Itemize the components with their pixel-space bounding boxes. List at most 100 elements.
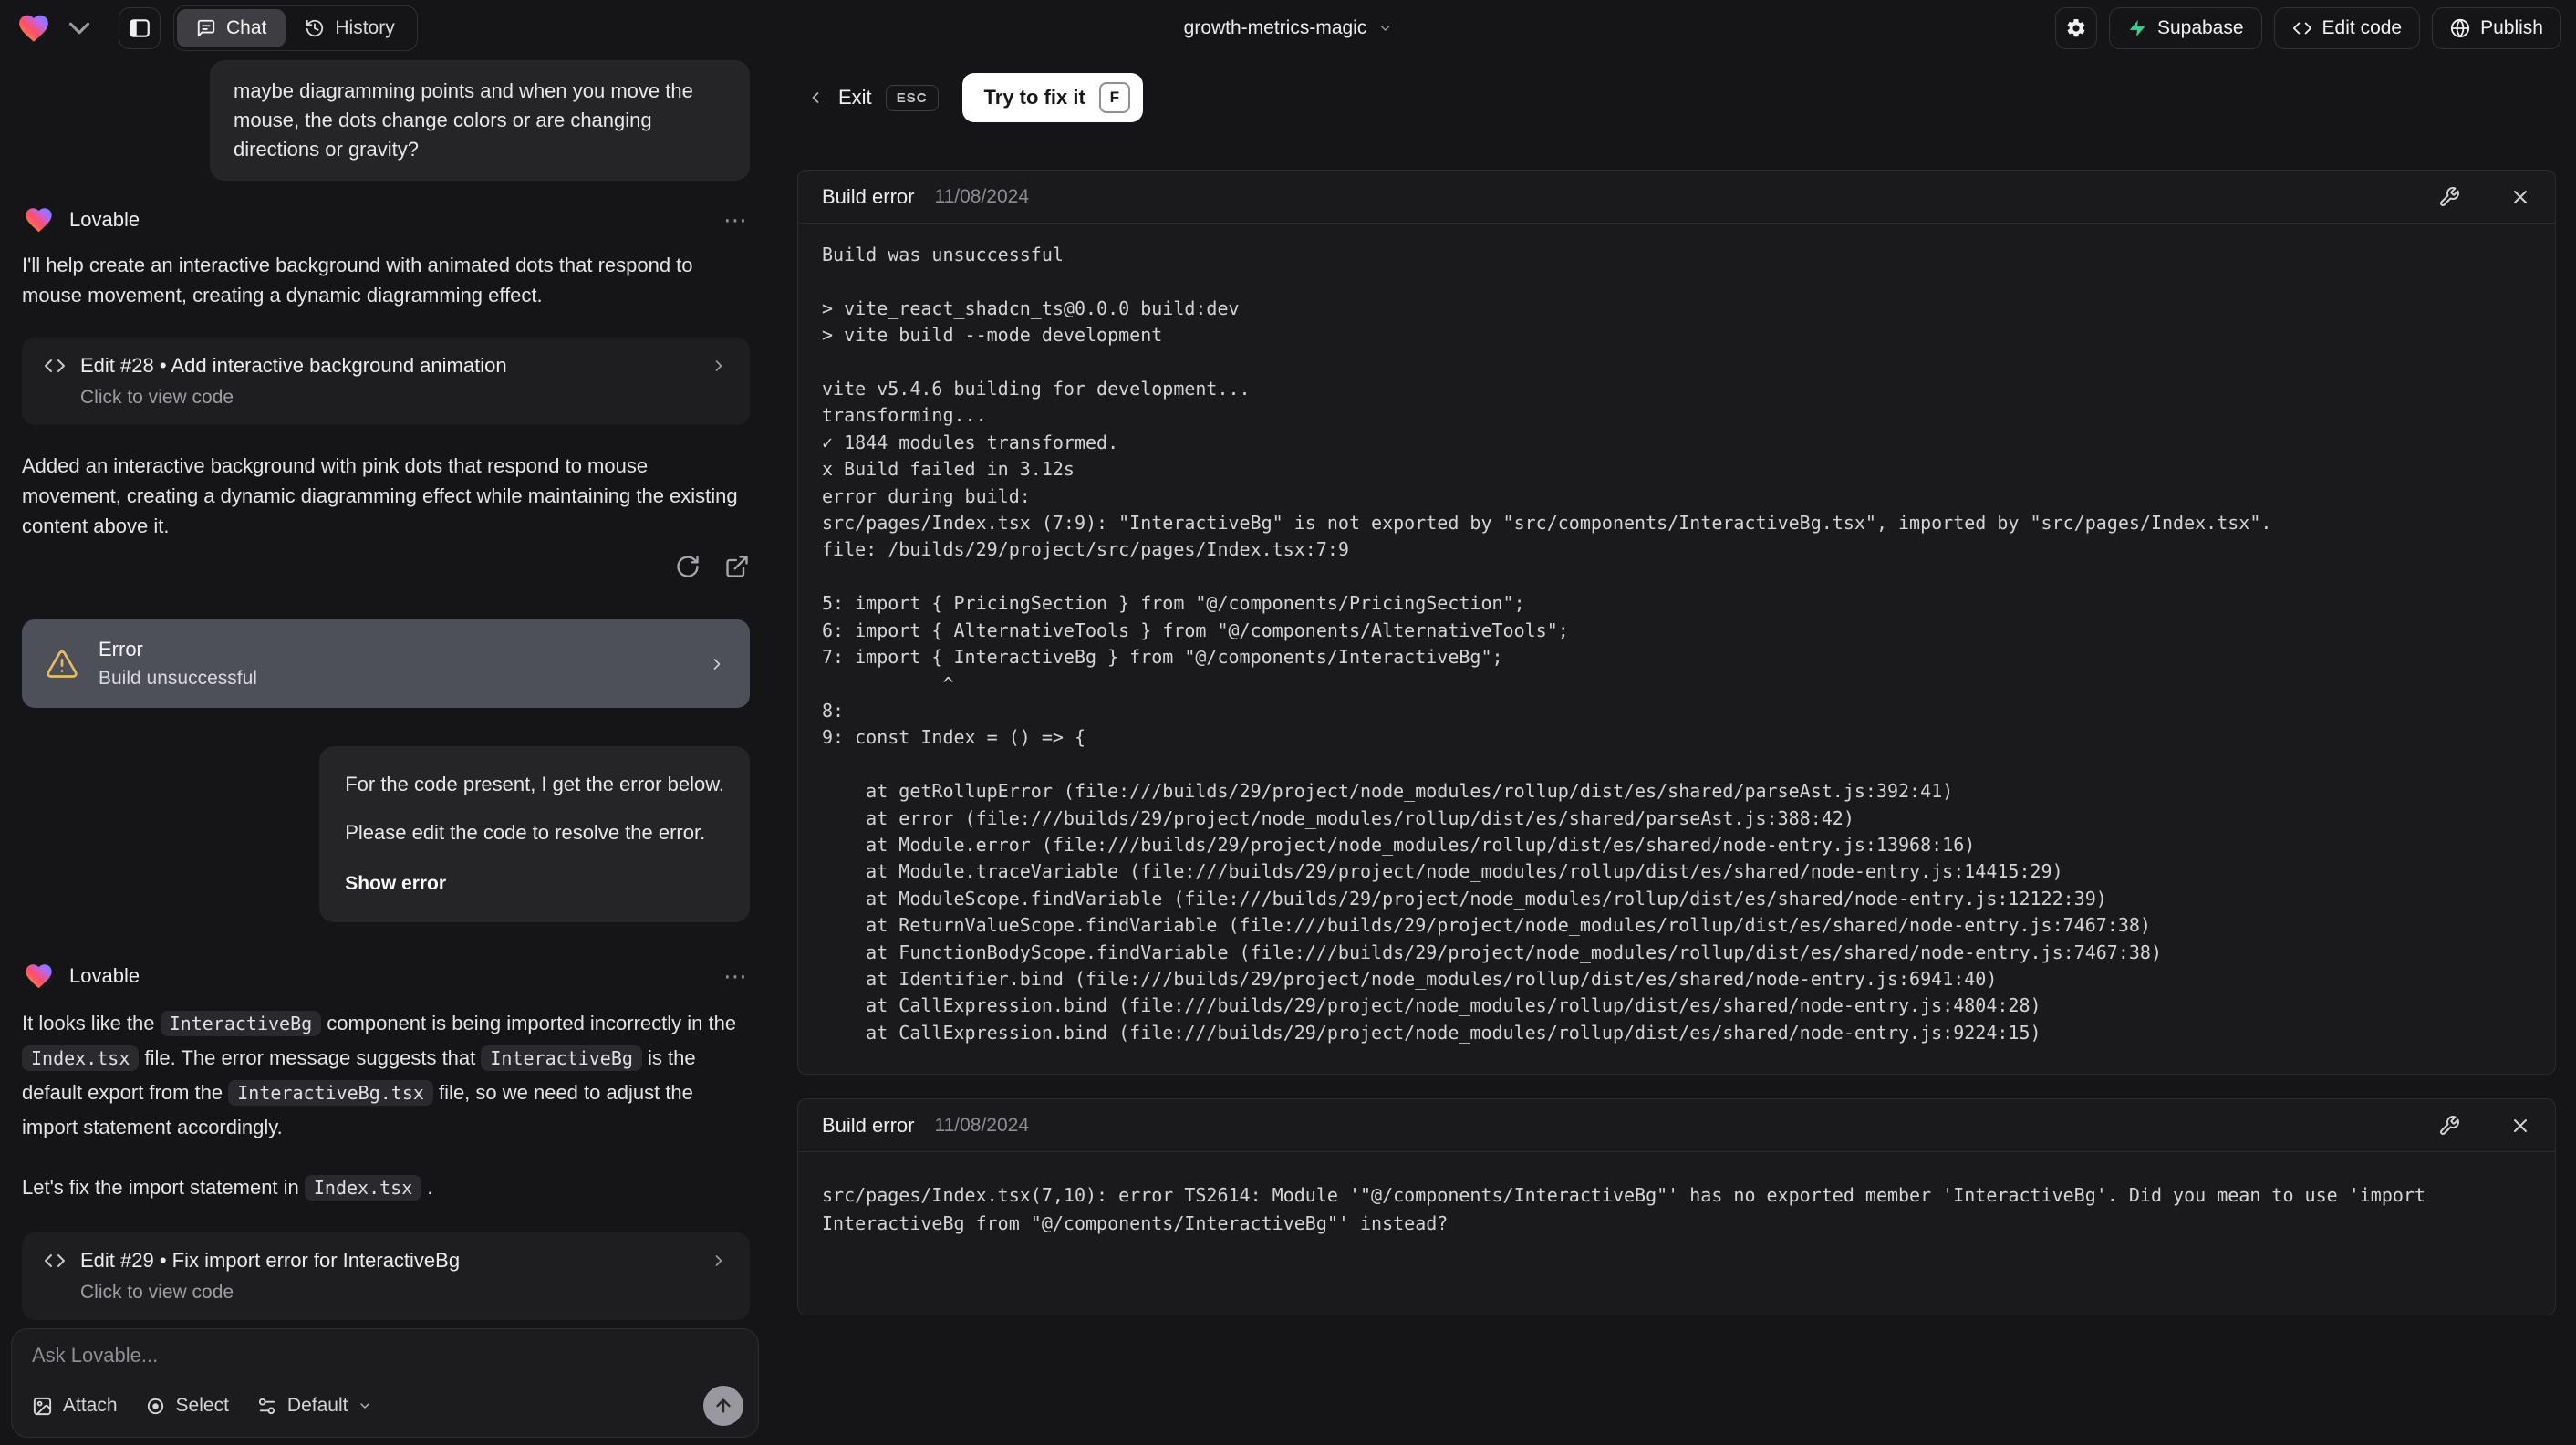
top-bar: Chat History growth-metrics-magic Supaba… <box>0 0 2576 57</box>
chevron-down-icon <box>360 1403 370 1409</box>
edit-code-button[interactable]: Edit code <box>2273 7 2421 49</box>
code-icon <box>45 1254 65 1267</box>
inline-code: Index.tsx <box>22 1045 140 1071</box>
model-label: Default <box>286 1395 348 1416</box>
error-card[interactable]: Error Build unsuccessful <box>22 619 750 708</box>
select-label: Select <box>175 1395 229 1416</box>
sliders-icon <box>258 1398 275 1414</box>
supabase-button[interactable]: Supabase <box>2108 7 2262 49</box>
assistant-name: Lovable <box>69 964 140 987</box>
composer-toolbar: Attach Select Default <box>32 1386 743 1426</box>
exit-label: Exit <box>838 86 872 109</box>
card-header-actions <box>2438 1115 2531 1137</box>
model-selector[interactable]: Default <box>256 1395 373 1417</box>
build-error-card-1: Build error 11/08/2024 Build was unsucce… <box>797 170 2556 1075</box>
chevron-down-icon <box>68 22 90 35</box>
assistant-paragraph: Added an interactive background with pin… <box>22 454 738 537</box>
target-icon <box>147 1398 163 1414</box>
assistant-paragraph: Let's fix the import statement in Index.… <box>22 1175 433 1201</box>
card-title: Build error <box>822 184 915 208</box>
try-to-fix-label: Try to fix it <box>983 86 1085 109</box>
chat-icon <box>197 19 215 37</box>
arrow-up-icon <box>716 1398 731 1413</box>
try-to-fix-button[interactable]: Try to fix it F <box>961 73 1143 122</box>
panel-left-icon <box>130 19 150 37</box>
card-header-actions <box>2438 186 2531 208</box>
build-error-message: src/pages/Index.tsx(7,10): error TS2614:… <box>822 1184 2437 1234</box>
chat-panel: maybe diagramming points and when you mo… <box>0 57 772 1445</box>
esc-key-badge: ESC <box>885 84 939 111</box>
message-menu-button[interactable]: ⋯ <box>723 208 750 232</box>
chevron-right-icon <box>710 1252 728 1270</box>
assistant-paragraph: I'll help create an interactive backgrou… <box>22 254 693 307</box>
error-view-toolbar: Exit ESC Try to fix it F <box>806 73 1143 122</box>
image-icon <box>33 1397 52 1415</box>
gear-icon <box>2067 18 2085 37</box>
composer: Attach Select Default <box>11 1328 759 1438</box>
edit-card-title: Edit #29 • Fix import error for Interact… <box>80 1249 461 1272</box>
chevron-right-icon <box>710 357 728 375</box>
code-icon <box>2292 22 2311 35</box>
edit-card-title: Edit #28 • Add interactive background an… <box>80 354 507 377</box>
wrench-icon[interactable] <box>2438 186 2460 208</box>
inline-code: Index.tsx <box>304 1175 422 1201</box>
user-message-text: For the code present, I get the error be… <box>345 773 724 795</box>
error-card-title: Error <box>99 638 143 660</box>
card-title: Build error <box>822 1113 915 1137</box>
close-icon[interactable] <box>2509 1115 2531 1137</box>
attach-label: Attach <box>63 1395 118 1416</box>
edit-code-label: Edit code <box>2322 17 2403 38</box>
project-title-dropdown[interactable]: growth-metrics-magic <box>1184 0 1393 57</box>
tab-chat-label: Chat <box>226 17 267 38</box>
exit-button[interactable]: Exit ESC <box>806 84 939 111</box>
composer-input[interactable] <box>32 1344 738 1384</box>
close-icon[interactable] <box>2509 186 2531 208</box>
app-window: Chat History growth-metrics-magic Supaba… <box>0 0 2576 1445</box>
tab-chat[interactable]: Chat <box>177 9 286 47</box>
inline-code: InteractiveBg <box>160 1011 322 1036</box>
restore-rotate-icon[interactable] <box>675 554 701 579</box>
card-date: 11/08/2024 <box>934 1114 1030 1136</box>
chevron-down-icon <box>1380 26 1390 31</box>
assistant-header: Lovable ⋯ <box>22 204 750 235</box>
chat-history-tabs: Chat History <box>173 5 418 51</box>
external-link-icon[interactable] <box>724 554 750 579</box>
supabase-bolt-icon <box>2129 19 2145 37</box>
settings-button[interactable] <box>2054 7 2097 49</box>
f-key-badge: F <box>1098 82 1130 113</box>
build-error-card-2: Build error 11/08/2024 src/pages/Index.t… <box>797 1098 2556 1315</box>
message-actions <box>22 554 750 579</box>
attach-button[interactable]: Attach <box>32 1395 118 1417</box>
chevron-left-icon <box>812 92 819 103</box>
publish-button[interactable]: Publish <box>2432 7 2561 49</box>
user-message: For the code present, I get the error be… <box>319 746 750 922</box>
show-error-link[interactable]: Show error <box>345 869 724 899</box>
card-date: 11/08/2024 <box>934 185 1030 207</box>
tab-history[interactable]: History <box>286 9 413 47</box>
lovable-heart-icon <box>26 964 52 989</box>
build-log: Build was unsuccessful > vite_react_shad… <box>822 244 2272 1044</box>
publish-label: Publish <box>2480 17 2543 38</box>
message-menu-button[interactable]: ⋯ <box>723 964 750 988</box>
project-title: growth-metrics-magic <box>1183 17 1367 38</box>
code-icon <box>45 359 65 372</box>
assistant-header: Lovable ⋯ <box>22 961 750 992</box>
wrench-icon[interactable] <box>2438 1115 2460 1137</box>
edit-card-28[interactable]: Edit #28 • Add interactive background an… <box>22 338 750 425</box>
user-message: maybe diagramming points and when you mo… <box>210 60 750 181</box>
send-button[interactable] <box>703 1386 743 1426</box>
card-header: Build error 11/08/2024 <box>798 1099 2555 1152</box>
lovable-heart-icon <box>26 208 52 233</box>
sidebar-toggle-button[interactable] <box>119 7 161 49</box>
globe-icon <box>2451 18 2470 38</box>
lovable-heart-icon <box>19 15 48 42</box>
history-icon <box>306 19 324 37</box>
card-header: Build error 11/08/2024 <box>798 171 2555 224</box>
error-card-subtitle: Build unsuccessful <box>99 668 257 689</box>
supabase-label: Supabase <box>2156 17 2244 38</box>
project-menu[interactable] <box>15 11 99 46</box>
inline-code: InteractiveBg <box>481 1045 642 1071</box>
chevron-right-icon <box>708 655 726 673</box>
select-button[interactable]: Select <box>145 1395 229 1417</box>
edit-card-29[interactable]: Edit #29 • Fix import error for Interact… <box>22 1232 750 1320</box>
